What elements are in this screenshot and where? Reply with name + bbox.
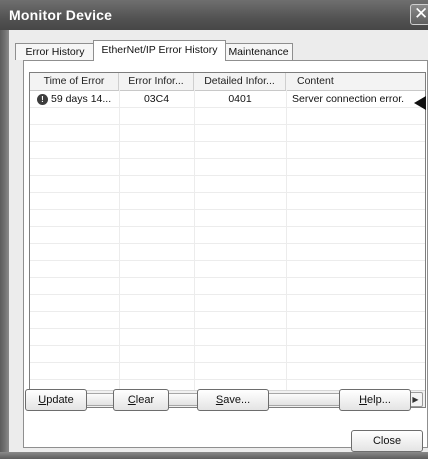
error-icon: !: [37, 94, 48, 105]
grid-line: [30, 379, 425, 380]
monitor-device-window: Monitor Device ✕ Error History EtherNet/…: [0, 0, 428, 459]
table-header: Time of Error Error Infor... Detailed In…: [30, 73, 425, 91]
close-button[interactable]: Close: [351, 430, 423, 452]
save-button[interactable]: Save...: [197, 389, 269, 411]
column-header-content[interactable]: Content: [286, 73, 425, 90]
close-window-button[interactable]: ✕: [410, 4, 428, 25]
chevron-right-icon: ▶: [412, 395, 419, 404]
grid-line: [30, 362, 425, 363]
title-bar[interactable]: Monitor Device ✕: [0, 0, 428, 30]
grid-line: [30, 107, 425, 108]
grid-line: [30, 124, 425, 125]
grid-line: [30, 209, 425, 210]
grid-line: [30, 226, 425, 227]
cell-time-of-error: 59 days 14...: [51, 93, 112, 105]
dialog-client-area: Error History EtherNet/IP Error History …: [9, 30, 428, 452]
callout-arrow-icon: [414, 96, 426, 110]
grid-line: [30, 175, 425, 176]
grid-line: [30, 311, 425, 312]
grid-line: [30, 294, 425, 295]
help-button[interactable]: Help...: [339, 389, 411, 411]
tab-ethernet-ip-error-history[interactable]: EtherNet/IP Error History: [93, 40, 226, 61]
tab-error-history[interactable]: Error History: [15, 43, 95, 60]
error-history-table[interactable]: Time of Error Error Infor... Detailed In…: [29, 72, 426, 408]
column-header-detailed-info[interactable]: Detailed Infor...: [194, 73, 286, 90]
cell-content: Server connection error.: [292, 93, 405, 105]
grid-line: [30, 158, 425, 159]
window-title: Monitor Device: [9, 7, 113, 23]
grid-line: [30, 260, 425, 261]
grid-line: [30, 141, 425, 142]
grid-line: [30, 328, 425, 329]
update-button[interactable]: Update: [25, 389, 87, 411]
grid-line: [30, 277, 425, 278]
cell-detailed-info: 0401: [228, 93, 252, 105]
column-header-time[interactable]: Time of Error: [30, 73, 119, 90]
column-header-error-info[interactable]: Error Infor...: [119, 73, 194, 90]
clear-button[interactable]: Clear: [113, 389, 169, 411]
grid-line: [30, 345, 425, 346]
close-icon: ✕: [414, 4, 428, 23]
cell-error-info: 03C4: [143, 93, 170, 105]
grid-line: [30, 243, 425, 244]
window-frame-bottom: [0, 452, 428, 459]
grid-line: [30, 192, 425, 193]
window-frame-left: [0, 30, 9, 459]
tab-maintenance[interactable]: Maintenance: [224, 43, 293, 60]
